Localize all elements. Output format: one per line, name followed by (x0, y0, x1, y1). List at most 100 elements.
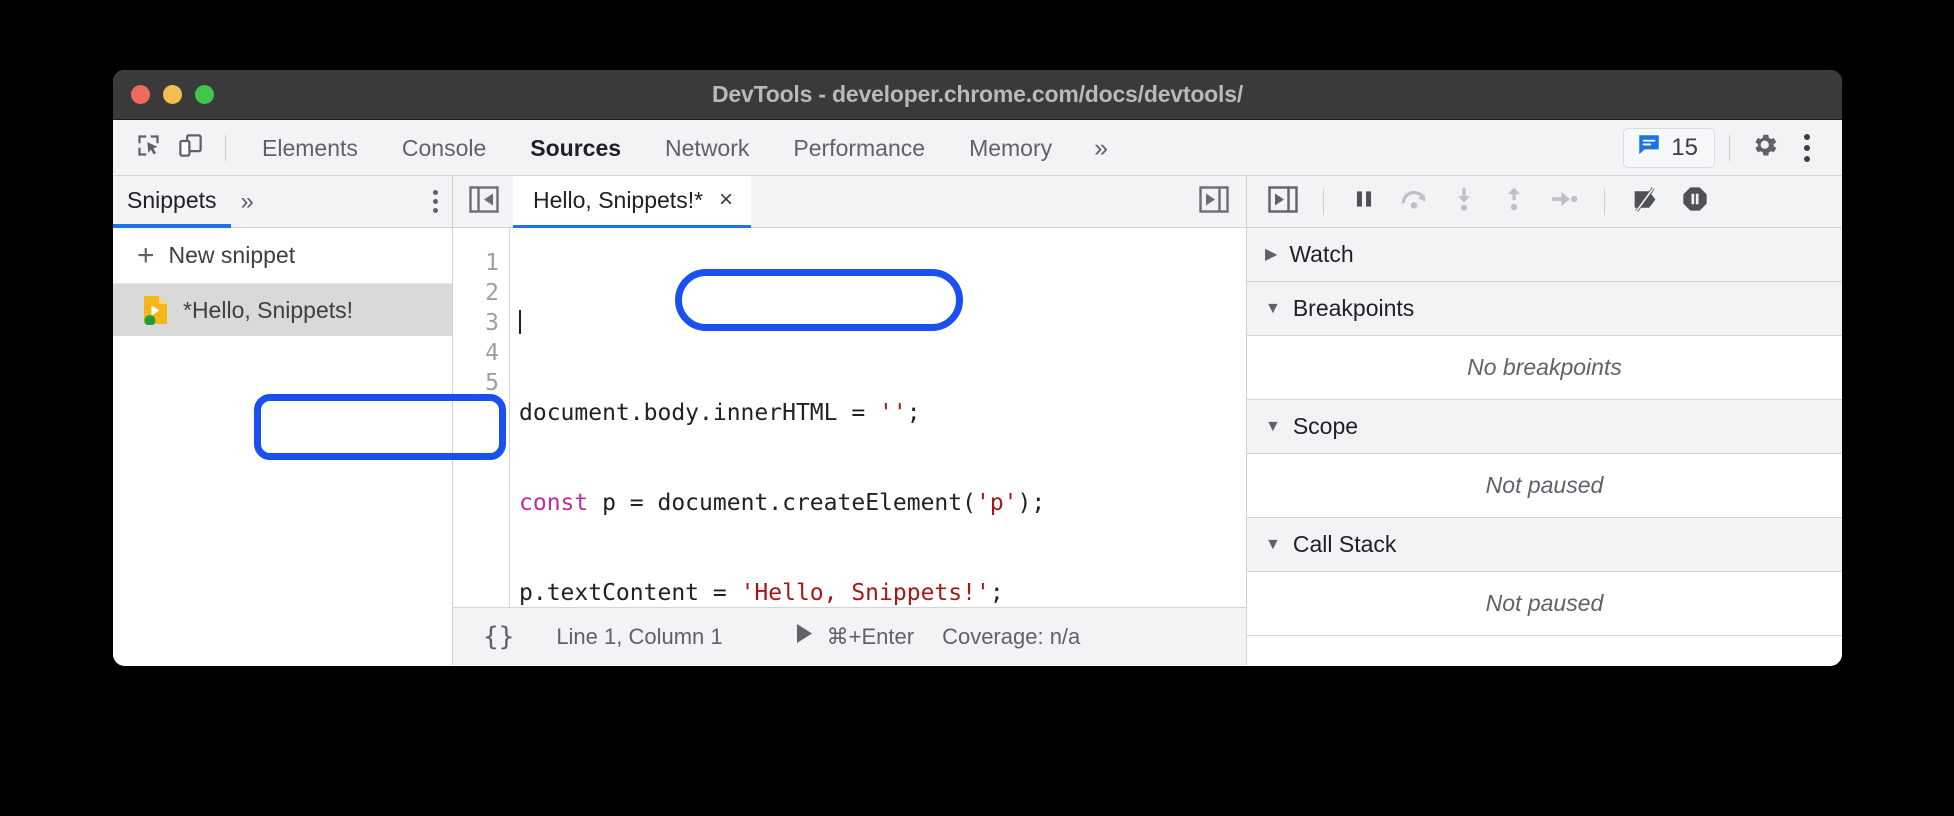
minimize-window-button[interactable] (163, 85, 182, 104)
kebab-dot-icon (433, 199, 438, 204)
kebab-menu-icon (1804, 133, 1810, 162)
debugger-section-header-watch[interactable]: ▶ Watch (1247, 228, 1842, 282)
close-icon[interactable]: × (719, 188, 733, 212)
run-shortcut-hint[interactable]: ⌘+Enter (795, 623, 914, 650)
kebab-dot-icon (433, 208, 438, 213)
step-into-button[interactable] (1444, 182, 1484, 222)
gutter-line-number: 2 (485, 280, 499, 306)
deactivate-breakpoints-icon (1630, 186, 1660, 218)
new-snippet-label: New snippet (168, 242, 296, 268)
pause-on-exceptions-icon (1681, 185, 1709, 218)
chevron-down-icon: ▼ (1265, 417, 1281, 435)
step-out-button[interactable] (1494, 182, 1534, 222)
toolbar-right-group: 15 (1623, 127, 1828, 169)
toolbar-divider (225, 134, 226, 161)
tab-sources[interactable]: Sources (508, 121, 643, 175)
snippet-file-icon (143, 295, 169, 326)
gutter-line-number: 5 (485, 370, 499, 396)
chevron-down-icon: ▼ (1265, 299, 1281, 317)
coverage-label: Coverage: n/a (942, 623, 1081, 649)
editor-file-tab-hello-snippets[interactable]: Hello, Snippets!* × (513, 175, 752, 228)
code-line-1 (519, 308, 1246, 338)
run-shortcut-label: ⌘+Enter (826, 623, 915, 649)
editor-file-tab-label: Hello, Snippets!* (533, 186, 704, 213)
collapse-navigator-icon (469, 185, 499, 218)
code-line-4: p.textContent = 'Hello, Snippets!'; (519, 580, 1004, 606)
gear-icon (1750, 130, 1780, 165)
window-title: DevTools - developer.chrome.com/docs/dev… (711, 81, 1244, 107)
show-debugger-sidebar-icon (1268, 185, 1298, 218)
nav-tab-snippets[interactable]: Snippets (113, 176, 231, 228)
run-snippet-button[interactable] (1194, 182, 1234, 222)
navigator-kebab-menu-button[interactable] (433, 190, 438, 213)
window-titlebar: DevTools - developer.chrome.com/docs/dev… (113, 70, 1842, 120)
console-message-icon (1636, 132, 1662, 163)
navigator-more-tabs-chevron-icon[interactable]: » (231, 188, 264, 216)
editor-tabbar: Hello, Snippets!* × (453, 175, 1246, 228)
settings-button[interactable] (1744, 127, 1786, 169)
device-toolbar-icon (177, 132, 204, 164)
kebab-dot-icon (433, 190, 438, 195)
editor-statusbar: {} Line 1, Column 1 ⌘+Enter Coverage: n/… (453, 607, 1246, 665)
step-out-icon (1501, 186, 1527, 217)
console-messages-button[interactable]: 15 (1623, 127, 1715, 168)
devtools-panel-tabs: Elements Console Sources Network Perform… (240, 121, 1128, 175)
play-triangle-icon (795, 623, 814, 650)
maximize-window-button[interactable] (195, 85, 214, 104)
snippets-navigator-panel: Snippets » + New snippet *Hello, Snippet… (113, 176, 453, 665)
debugger-toolbar-divider (1323, 188, 1324, 215)
debugger-section-title: Call Stack (1292, 531, 1397, 557)
breakpoints-empty-state: No breakpoints (1247, 336, 1842, 400)
code-content[interactable]: document.body.innerHTML = ''; const p = … (510, 228, 1246, 607)
new-snippet-button[interactable]: + New snippet (113, 228, 452, 284)
devtools-kebab-menu-button[interactable] (1786, 127, 1828, 169)
call-stack-empty-state: Not paused (1247, 572, 1842, 636)
debugger-section-title: Watch (1289, 241, 1354, 267)
debugger-toolbar (1247, 176, 1842, 228)
code-editor[interactable]: 1 2 3 4 5 document.body.innerHTML = ''; … (453, 228, 1246, 607)
run-snippet-icon (1199, 185, 1229, 218)
tab-elements[interactable]: Elements (240, 121, 380, 175)
hide-navigator-button[interactable] (465, 183, 503, 221)
step-into-icon (1451, 186, 1477, 217)
debugger-section-title: Scope (1292, 413, 1359, 439)
devtools-main-toolbar: Elements Console Sources Network Perform… (113, 120, 1842, 176)
devtools-window: DevTools - developer.chrome.com/docs/dev… (113, 70, 1842, 666)
tab-performance[interactable]: Performance (771, 121, 947, 175)
step-over-icon (1399, 186, 1429, 217)
pause-icon (1351, 186, 1377, 217)
device-toolbar-button[interactable] (169, 127, 211, 169)
inspect-element-icon (135, 132, 162, 164)
snippet-list-item-hello-snippets[interactable]: *Hello, Snippets! (113, 284, 452, 336)
code-line-2: document.body.innerHTML = ''; (519, 400, 921, 426)
console-message-count: 15 (1671, 133, 1698, 161)
chevron-right-icon: ▶ (1265, 245, 1278, 263)
show-debugger-sidebar-button[interactable] (1263, 182, 1303, 222)
toolbar-divider-right (1729, 134, 1730, 161)
window-traffic-lights (131, 85, 214, 104)
deactivate-breakpoints-button[interactable] (1625, 182, 1665, 222)
debugger-section-header-breakpoints[interactable]: ▼ Breakpoints (1247, 282, 1842, 336)
code-line-3: const p = document.createElement('p'); (519, 490, 1046, 516)
debugger-section-header-scope[interactable]: ▼ Scope (1247, 400, 1842, 454)
pause-script-button[interactable] (1344, 182, 1384, 222)
pause-on-exceptions-button[interactable] (1675, 182, 1715, 222)
gutter-line-number: 1 (485, 250, 499, 276)
scope-empty-state: Not paused (1247, 454, 1842, 518)
debugger-sidebar: ▶ Watch ▼ Breakpoints No breakpoints ▼ S… (1247, 176, 1842, 665)
chevron-down-icon: ▼ (1265, 535, 1281, 553)
gutter-line-number: 3 (485, 310, 499, 336)
step-icon (1550, 186, 1578, 217)
editor-column: Hello, Snippets!* × 1 2 3 4 5 document.b… (453, 175, 1247, 665)
pretty-print-button[interactable]: {} (475, 622, 522, 652)
tab-console[interactable]: Console (380, 121, 508, 175)
gutter-line-number: 4 (485, 340, 499, 366)
step-over-button[interactable] (1394, 182, 1434, 222)
tab-network[interactable]: Network (643, 121, 771, 175)
debugger-section-header-call-stack[interactable]: ▼ Call Stack (1247, 518, 1842, 572)
more-tabs-chevron-icon[interactable]: » (1074, 123, 1128, 173)
tab-memory[interactable]: Memory (947, 121, 1074, 175)
close-window-button[interactable] (131, 85, 150, 104)
step-button[interactable] (1544, 182, 1584, 222)
inspect-element-button[interactable] (127, 127, 169, 169)
